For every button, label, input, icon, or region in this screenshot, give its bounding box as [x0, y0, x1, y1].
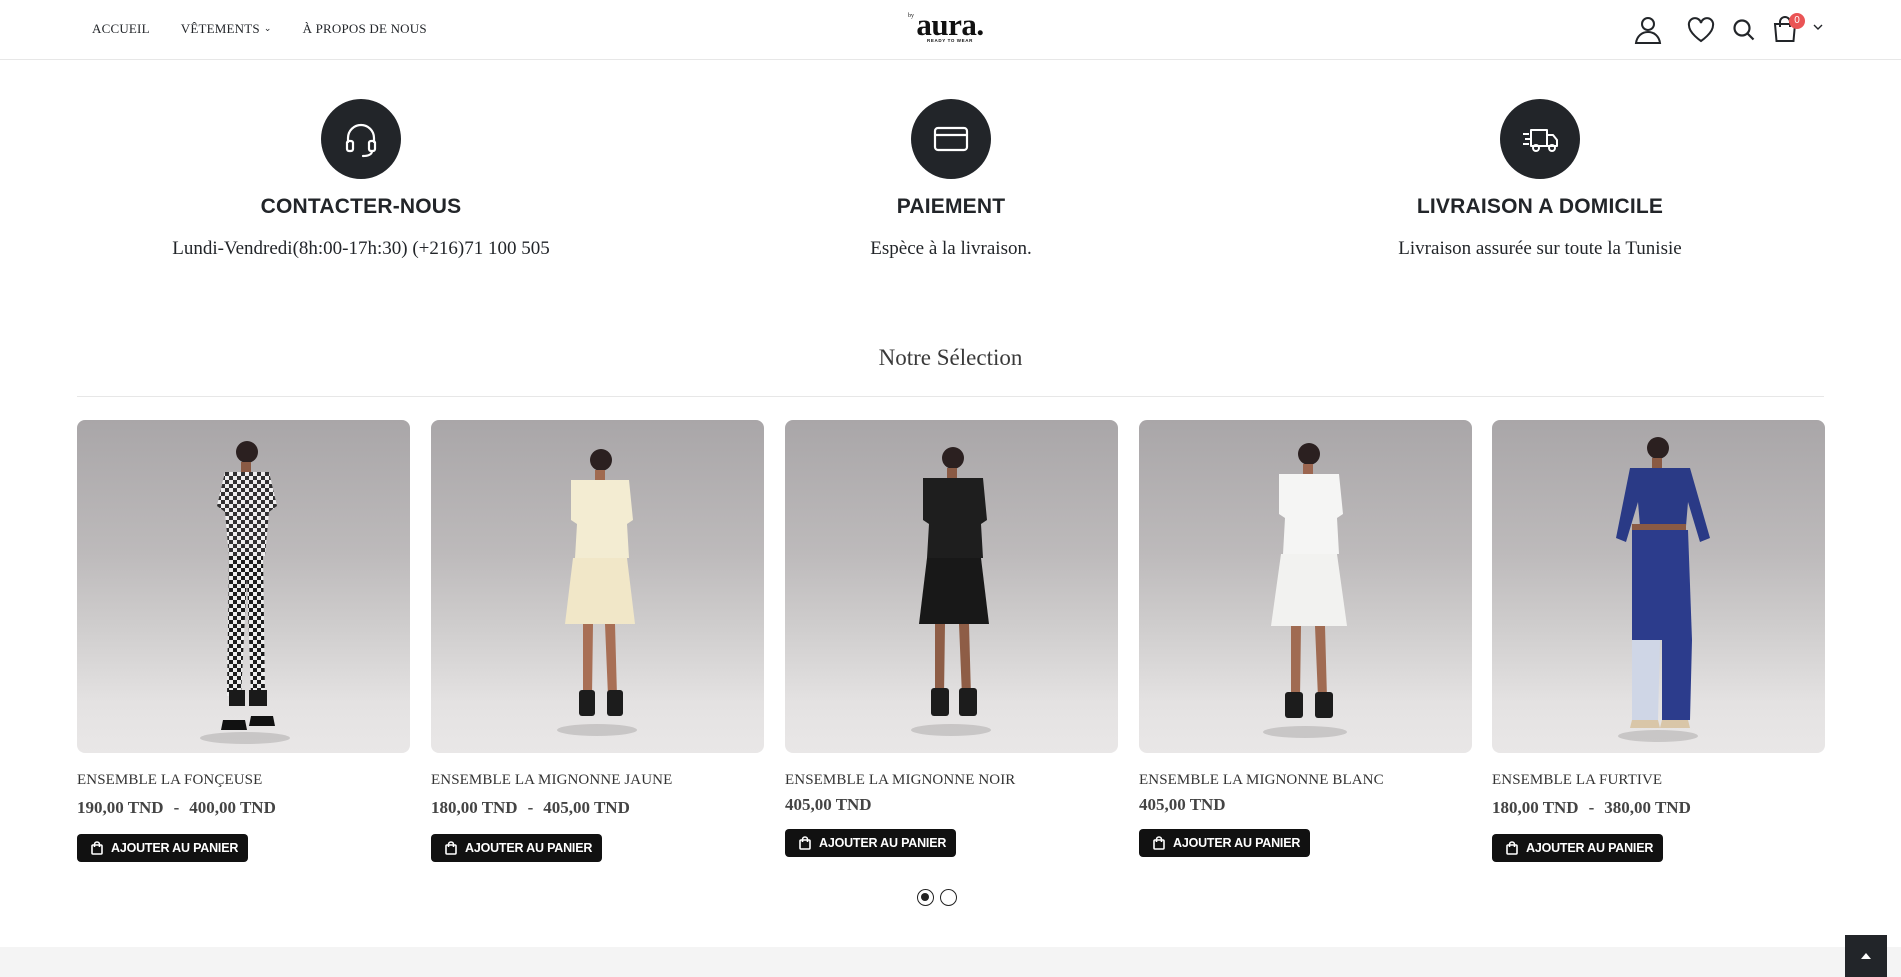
- product-price: 180,00 TND -380,00 TND: [1492, 798, 1825, 818]
- product-price-separator: -: [1588, 798, 1595, 817]
- chevron-up-icon: [1861, 953, 1871, 959]
- nav-vetements[interactable]: VÊTEMENTS ⌄: [181, 21, 272, 37]
- nav-accueil-label: ACCUEIL: [92, 21, 150, 36]
- nav-vetements-label: VÊTEMENTS: [180, 21, 260, 36]
- shopping-bag-icon: [91, 841, 103, 855]
- shopping-bag-icon: [445, 841, 457, 855]
- feature-contact: CONTACTER-NOUS Lundi-Vendredi(8h:00-17h:…: [61, 99, 661, 260]
- product-name[interactable]: ENSEMBLE LA MIGNONNE NOIR: [785, 772, 1118, 789]
- add-to-cart-label: AJOUTER AU PANIER: [1173, 836, 1301, 850]
- delivery-truck-icon: [1500, 99, 1580, 179]
- product-card: ENSEMBLE LA MIGNONNE NOIR 405,00 TND AJO…: [785, 420, 1118, 857]
- product-card: ENSEMBLE LA FONÇEUSE 190,00 TND -400,00 T…: [77, 420, 410, 862]
- product-price-from: 180,00 TND: [1492, 798, 1579, 817]
- add-to-cart-label: AJOUTER AU PANIER: [819, 836, 947, 850]
- product-price-to: 380,00 TND: [1604, 798, 1691, 817]
- product-name[interactable]: ENSEMBLE LA FONÇEUSE: [77, 772, 410, 789]
- feature-delivery-text: Livraison assurée sur toute la Tunisie: [1398, 238, 1682, 259]
- feature-delivery-title: LIVRAISON A DOMICILE: [1416, 195, 1664, 218]
- credit-card-icon: [911, 99, 991, 179]
- logo-by: by: [908, 13, 914, 19]
- user-icon[interactable]: [1632, 14, 1664, 46]
- add-to-cart-button[interactable]: AJOUTER AU PANIER: [785, 829, 957, 857]
- feature-payment-text: Espèce à la livraison.: [870, 238, 1032, 259]
- nav-accueil[interactable]: ACCUEIL: [92, 21, 150, 37]
- product-price-separator: -: [527, 798, 534, 817]
- product-image[interactable]: [431, 420, 764, 753]
- add-to-cart-button[interactable]: AJOUTER AU PANIER: [77, 834, 249, 862]
- add-to-cart-button[interactable]: AJOUTER AU PANIER: [1139, 829, 1311, 857]
- product-name[interactable]: ENSEMBLE LA MIGNONNE BLANC: [1139, 772, 1472, 789]
- footer-strip: [0, 947, 1901, 977]
- product-price: 190,00 TND -400,00 TND: [77, 798, 410, 818]
- product-name[interactable]: ENSEMBLE LA MIGNONNE JAUNE: [431, 772, 764, 789]
- product-price-from: 180,00 TND: [431, 798, 518, 817]
- product-card: ENSEMBLE LA FURTIVE 180,00 TND -380,00 TN…: [1492, 420, 1825, 862]
- product-price-to: 400,00 TND: [189, 798, 276, 817]
- feature-contact-text: Lundi-Vendredi(8h:00-17h:30) (+216)71 10…: [172, 238, 550, 259]
- section-title: Notre Sélection: [878, 345, 1023, 370]
- feature-payment: PAIEMENT Espèce à la livraison.: [651, 99, 1251, 260]
- feature-delivery: LIVRAISON A DOMICILE Livraison assurée s…: [1240, 99, 1840, 260]
- product-card: ENSEMBLE LA MIGNONNE BLANC 405,00 TND AJ…: [1139, 420, 1472, 857]
- scroll-to-top-button[interactable]: [1845, 935, 1887, 977]
- main-nav: ACCUEIL VÊTEMENTS ⌄ À PROPOS DE NOUS: [92, 21, 458, 37]
- add-to-cart-button[interactable]: AJOUTER AU PANIER: [1492, 834, 1664, 862]
- feature-payment-title: PAIEMENT: [896, 195, 1006, 218]
- product-price: 405,00 TND: [1139, 795, 1472, 815]
- heart-icon[interactable]: [1685, 14, 1717, 46]
- headset-icon: [321, 99, 401, 179]
- product-price-to: 405,00 TND: [543, 798, 630, 817]
- cart-count-badge: 0: [1789, 13, 1805, 29]
- add-to-cart-label: AJOUTER AU PANIER: [111, 841, 239, 855]
- feature-contact-title: CONTACTER-NOUS: [260, 195, 462, 218]
- shopping-bag-icon: [1506, 841, 1518, 855]
- search-icon[interactable]: [1730, 16, 1758, 44]
- shopping-bag-icon: [799, 836, 811, 850]
- add-to-cart-label: AJOUTER AU PANIER: [1526, 841, 1654, 855]
- carousel-dot-2[interactable]: [940, 889, 957, 906]
- carousel-dot-1[interactable]: [917, 889, 934, 906]
- nav-a-propos[interactable]: À PROPOS DE NOUS: [303, 21, 427, 37]
- chevron-down-icon: ⌄: [263, 22, 272, 33]
- product-image[interactable]: [1139, 420, 1472, 753]
- product-card: ENSEMBLE LA MIGNONNE JAUNE 180,00 TND -40…: [431, 420, 764, 862]
- product-price: 405,00 TND: [785, 795, 1118, 815]
- section-divider: [77, 396, 1824, 397]
- site-logo[interactable]: by aura. READY TO WEAR: [906, 7, 994, 48]
- carousel-pagination: [917, 889, 957, 906]
- product-image[interactable]: [1492, 420, 1825, 753]
- product-name[interactable]: ENSEMBLE LA FURTIVE: [1492, 772, 1825, 789]
- product-price-separator: -: [173, 798, 180, 817]
- shopping-bag-icon: [1153, 836, 1165, 850]
- product-price-from: 190,00 TND: [77, 798, 164, 817]
- logo-name: aura.: [916, 7, 984, 42]
- product-image[interactable]: [77, 420, 410, 753]
- add-to-cart-button[interactable]: AJOUTER AU PANIER: [431, 834, 603, 862]
- product-price: 180,00 TND -405,00 TND: [431, 798, 764, 818]
- nav-a-propos-label: À PROPOS DE NOUS: [302, 21, 427, 36]
- product-image[interactable]: [785, 420, 1118, 753]
- product-price-from: 405,00 TND: [785, 795, 872, 814]
- site-header: ACCUEIL VÊTEMENTS ⌄ À PROPOS DE NOUS by a…: [0, 0, 1901, 60]
- product-price-from: 405,00 TND: [1139, 795, 1226, 814]
- cart-chevron-down-icon[interactable]: [1812, 20, 1824, 32]
- add-to-cart-label: AJOUTER AU PANIER: [465, 841, 593, 855]
